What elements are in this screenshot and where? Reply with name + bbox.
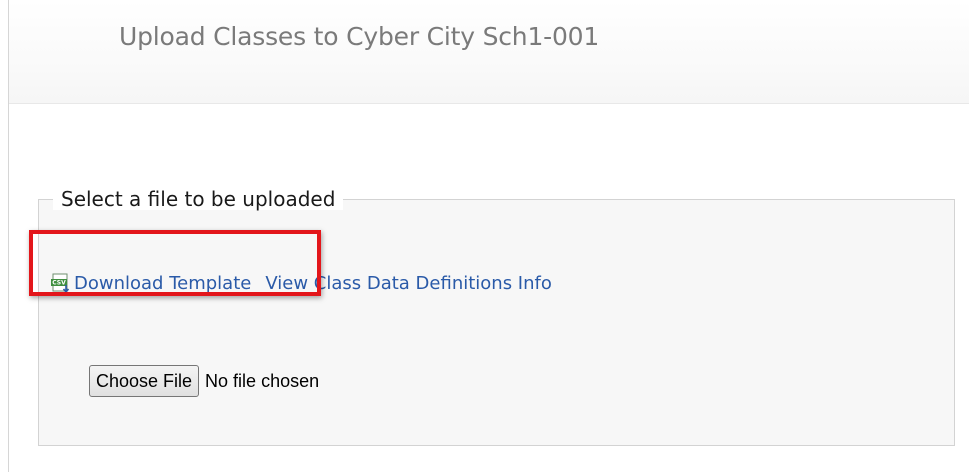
- page-title: Upload Classes to Cyber City Sch1-001: [119, 22, 600, 51]
- page-frame: Upload Classes to Cyber City Sch1-001 Se…: [8, 0, 969, 472]
- upload-fieldset: Select a file to be uploaded CSV Downloa…: [38, 188, 955, 446]
- template-links-row: CSV Download Template View Class Data De…: [50, 270, 552, 296]
- choose-file-button[interactable]: Choose File: [89, 365, 200, 397]
- csv-file-icon[interactable]: CSV: [50, 272, 72, 294]
- download-template-link[interactable]: Download Template: [74, 273, 251, 294]
- page-header: Upload Classes to Cyber City Sch1-001: [9, 0, 969, 104]
- file-chooser: Choose File No file chosen: [89, 365, 319, 397]
- upload-legend: Select a file to be uploaded: [53, 188, 344, 210]
- svg-text:CSV: CSV: [52, 280, 66, 287]
- file-status-text: No file chosen: [205, 370, 320, 391]
- view-class-data-definitions-link[interactable]: View Class Data Definitions Info: [265, 273, 552, 294]
